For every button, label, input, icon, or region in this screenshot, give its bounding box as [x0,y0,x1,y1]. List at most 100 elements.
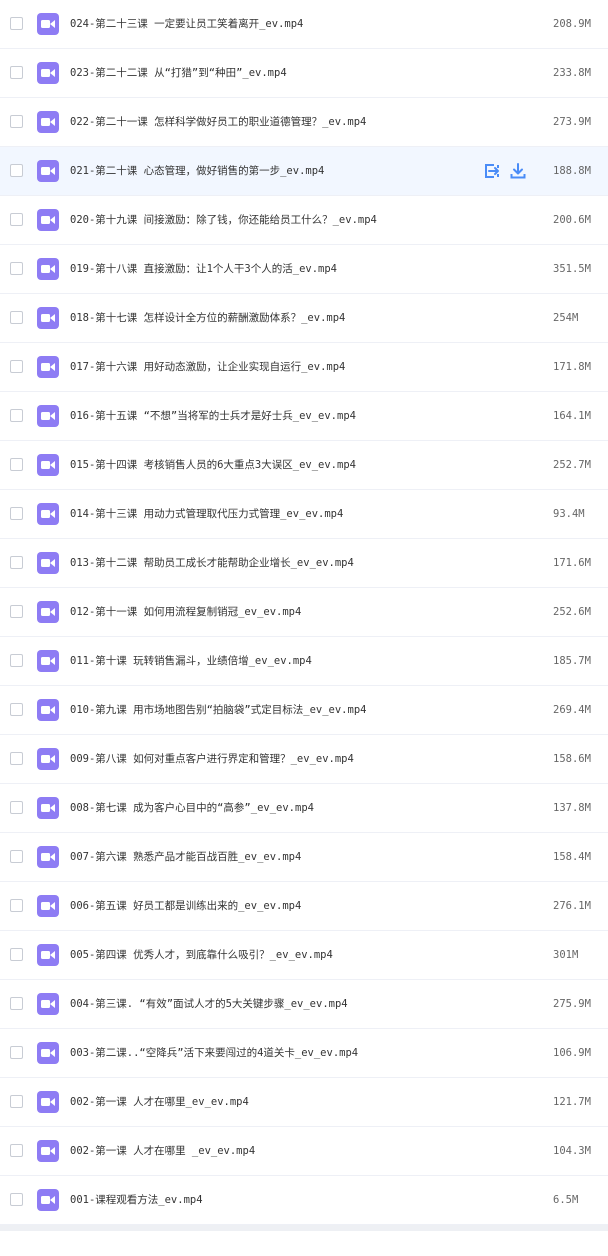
file-row[interactable]: 017-第十六课 用好动态激励，让企业实现自运行_ev.mp4 171.8M [0,343,608,392]
row-checkbox[interactable] [10,17,23,30]
file-row[interactable]: 002-第一课 人才在哪里 _ev_ev.mp4 104.3M [0,1127,608,1176]
file-list: 024-第二十三课 一定要让员工笑着离开_ev.mp4 208.9M 023-第二十… [0,0,608,1231]
row-checkbox[interactable] [10,1046,23,1059]
file-name[interactable]: 011-第十课 玩转销售漏斗，业绩倍增_ev_ev.mp4 [70,654,312,668]
download-button[interactable] [509,162,527,180]
file-size: 254M [553,312,579,324]
video-file-icon [37,699,59,721]
row-checkbox[interactable] [10,752,23,765]
file-row[interactable]: 002-第一课 人才在哪里_ev_ev.mp4 121.7M [0,1078,608,1127]
row-checkbox[interactable] [10,164,23,177]
file-row[interactable]: 022-第二十一课 怎样科学做好员工的职业道德管理？_ev.mp4 273.9M [0,98,608,147]
file-row[interactable]: 001-课程观看方法_ev.mp4 6.5M [0,1176,608,1225]
row-checkbox[interactable] [10,801,23,814]
file-name[interactable]: 023-第二十二课 从“打猎”到“种田”_ev.mp4 [70,66,287,80]
file-row[interactable]: 013-第十二课 帮助员工成长才能帮助企业增长_ev_ev.mp4 171.6M [0,539,608,588]
row-checkbox[interactable] [10,948,23,961]
video-file-icon [37,62,59,84]
row-checkbox[interactable] [10,556,23,569]
row-checkbox[interactable] [10,997,23,1010]
file-row[interactable]: 021-第二十课 心态管理，做好销售的第一步_ev.mp4 188.8M [0,147,608,196]
file-name[interactable]: 017-第十六课 用好动态激励，让企业实现自运行_ev.mp4 [70,360,345,374]
file-name[interactable]: 009-第八课 如何对重点客户进行界定和管理？_ev_ev.mp4 [70,752,354,766]
row-checkbox[interactable] [10,458,23,471]
row-checkbox[interactable] [10,899,23,912]
file-name[interactable]: 002-第一课 人才在哪里_ev_ev.mp4 [70,1095,249,1109]
video-file-icon [37,307,59,329]
video-file-icon [37,160,59,182]
file-name[interactable]: 024-第二十三课 一定要让员工笑着离开_ev.mp4 [70,17,303,31]
video-file-icon [37,748,59,770]
file-row[interactable]: 004-第三课. “有效”面试人才的5大关键步骤_ev_ev.mp4 275.9M [0,980,608,1029]
file-name[interactable]: 013-第十二课 帮助员工成长才能帮助企业增长_ev_ev.mp4 [70,556,354,570]
file-name[interactable]: 022-第二十一课 怎样科学做好员工的职业道德管理？_ev.mp4 [70,115,366,129]
file-row[interactable]: 020-第十九课 间接激励：除了钱，你还能给员工什么？_ev.mp4 200.6M [0,196,608,245]
move-to-button[interactable] [483,162,501,180]
file-name[interactable]: 019-第十八课 直接激励：让1个人干3个人的活_ev.mp4 [70,262,337,276]
file-size: 104.3M [553,1145,591,1157]
file-name[interactable]: 004-第三课. “有效”面试人才的5大关键步骤_ev_ev.mp4 [70,997,348,1011]
file-name[interactable]: 003-第二课..“空降兵”活下来要闯过的4道关卡_ev_ev.mp4 [70,1046,358,1060]
row-checkbox[interactable] [10,1193,23,1206]
file-row[interactable]: 003-第二课..“空降兵”活下来要闯过的4道关卡_ev_ev.mp4 106.9… [0,1029,608,1078]
file-name[interactable]: 001-课程观看方法_ev.mp4 [70,1193,203,1207]
file-row[interactable]: 019-第十八课 直接激励：让1个人干3个人的活_ev.mp4 351.5M [0,245,608,294]
file-row[interactable]: 007-第六课 熟悉产品才能百战百胜_ev_ev.mp4 158.4M [0,833,608,882]
video-file-icon [37,258,59,280]
file-row[interactable]: 012-第十一课 如何用流程复制销冠_ev_ev.mp4 252.6M [0,588,608,637]
file-row[interactable]: 005-第四课 优秀人才，到底靠什么吸引？_ev_ev.mp4 301M [0,931,608,980]
row-checkbox[interactable] [10,507,23,520]
file-name[interactable]: 006-第五课 好员工都是训练出来的_ev_ev.mp4 [70,899,301,913]
file-name[interactable]: 002-第一课 人才在哪里 _ev_ev.mp4 [70,1144,255,1158]
file-name[interactable]: 012-第十一课 如何用流程复制销冠_ev_ev.mp4 [70,605,301,619]
file-row[interactable]: 008-第七课 成为客户心目中的“高参”_ev_ev.mp4 137.8M [0,784,608,833]
video-file-icon [37,1189,59,1211]
file-row[interactable]: 018-第十七课 怎样设计全方位的薪酬激励体系？_ev.mp4 254M [0,294,608,343]
file-name[interactable]: 015-第十四课 考核销售人员的6大重点3大误区_ev_ev.mp4 [70,458,356,472]
video-file-icon [37,503,59,525]
file-size: 208.9M [553,18,591,30]
file-name[interactable]: 007-第六课 熟悉产品才能百战百胜_ev_ev.mp4 [70,850,301,864]
file-row[interactable]: 010-第九课 用市场地图告别“拍脑袋”式定目标法_ev_ev.mp4 269.4… [0,686,608,735]
row-checkbox[interactable] [10,1144,23,1157]
file-size: 269.4M [553,704,591,716]
row-checkbox[interactable] [10,311,23,324]
file-size: 233.8M [553,67,591,79]
row-checkbox[interactable] [10,360,23,373]
video-file-icon [37,895,59,917]
video-file-icon [37,552,59,574]
video-file-icon [37,797,59,819]
file-row[interactable]: 014-第十三课 用动力式管理取代压力式管理_ev_ev.mp4 93.4M [0,490,608,539]
file-name[interactable]: 010-第九课 用市场地图告别“拍脑袋”式定目标法_ev_ev.mp4 [70,703,366,717]
row-checkbox[interactable] [10,409,23,422]
file-name[interactable]: 018-第十七课 怎样设计全方位的薪酬激励体系？_ev.mp4 [70,311,345,325]
file-row[interactable]: 023-第二十二课 从“打猎”到“种田”_ev.mp4 233.8M [0,49,608,98]
video-file-icon [37,111,59,133]
row-checkbox[interactable] [10,1095,23,1108]
row-checkbox[interactable] [10,850,23,863]
file-row[interactable]: 015-第十四课 考核销售人员的6大重点3大误区_ev_ev.mp4 252.7M [0,441,608,490]
file-name[interactable]: 020-第十九课 间接激励：除了钱，你还能给员工什么？_ev.mp4 [70,213,377,227]
file-row[interactable]: 016-第十五课 “不想”当将军的士兵才是好士兵_ev_ev.mp4 164.1M [0,392,608,441]
file-name[interactable]: 008-第七课 成为客户心目中的“高参”_ev_ev.mp4 [70,801,314,815]
file-size: 301M [553,949,579,961]
file-row[interactable]: 006-第五课 好员工都是训练出来的_ev_ev.mp4 276.1M [0,882,608,931]
row-checkbox[interactable] [10,262,23,275]
row-checkbox[interactable] [10,213,23,226]
file-name[interactable]: 014-第十三课 用动力式管理取代压力式管理_ev_ev.mp4 [70,507,343,521]
row-checkbox[interactable] [10,605,23,618]
file-name[interactable]: 016-第十五课 “不想”当将军的士兵才是好士兵_ev_ev.mp4 [70,409,356,423]
file-size: 158.4M [553,851,591,863]
file-row[interactable]: 024-第二十三课 一定要让员工笑着离开_ev.mp4 208.9M [0,0,608,49]
file-name[interactable]: 021-第二十课 心态管理，做好销售的第一步_ev.mp4 [70,164,324,178]
row-checkbox[interactable] [10,66,23,79]
file-name[interactable]: 005-第四课 优秀人才，到底靠什么吸引？_ev_ev.mp4 [70,948,333,962]
file-row[interactable]: 011-第十课 玩转销售漏斗，业绩倍增_ev_ev.mp4 185.7M [0,637,608,686]
row-checkbox[interactable] [10,115,23,128]
row-actions [483,162,527,180]
video-file-icon [37,356,59,378]
file-row[interactable]: 009-第八课 如何对重点客户进行界定和管理？_ev_ev.mp4 158.6M [0,735,608,784]
row-checkbox[interactable] [10,654,23,667]
file-size: 171.6M [553,557,591,569]
row-checkbox[interactable] [10,703,23,716]
